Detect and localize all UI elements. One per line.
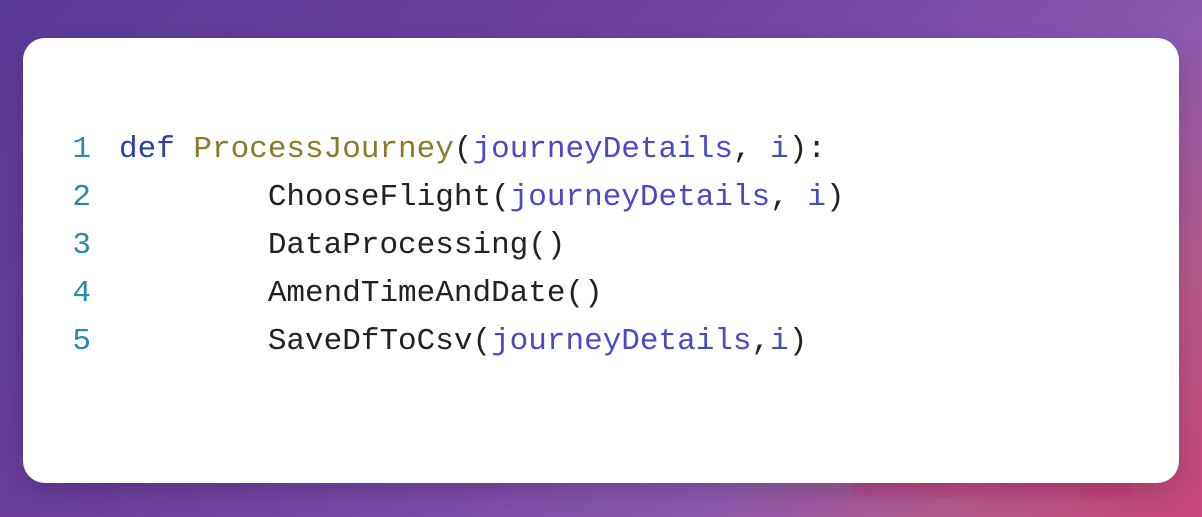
line-number: 1	[63, 126, 119, 174]
arg-i: i	[807, 180, 826, 215]
paren-close: )	[584, 276, 603, 311]
code-line-5: 5 SaveDfToCsv(journeyDetails,i)	[63, 318, 1139, 366]
comma: ,	[770, 180, 789, 215]
call-AmendTimeAndDate: AmendTimeAndDate	[268, 276, 566, 311]
param-i: i	[770, 132, 789, 167]
line-number: 5	[63, 318, 119, 366]
func-name: ProcessJourney	[193, 132, 453, 167]
paren-open: (	[491, 180, 510, 215]
arg-journeyDetails: journeyDetails	[510, 180, 770, 215]
code-line-1: 1 def ProcessJourney(journeyDetails, i):	[63, 126, 1139, 174]
code-card: 1 def ProcessJourney(journeyDetails, i):…	[23, 38, 1179, 483]
paren-open: (	[565, 276, 584, 311]
arg-journeyDetails: journeyDetails	[491, 324, 751, 359]
arg-i: i	[770, 324, 789, 359]
call-ChooseFlight: ChooseFlight	[268, 180, 491, 215]
paren-close: )	[789, 324, 808, 359]
line-content: SaveDfToCsv(journeyDetails,i)	[119, 318, 807, 366]
paren-open: (	[454, 132, 473, 167]
call-DataProcessing: DataProcessing	[268, 228, 528, 263]
code-block: 1 def ProcessJourney(journeyDetails, i):…	[63, 126, 1139, 366]
paren-close: )	[826, 180, 845, 215]
code-line-2: 2 ChooseFlight(journeyDetails, i)	[63, 174, 1139, 222]
line-number: 2	[63, 174, 119, 222]
line-content: AmendTimeAndDate()	[119, 270, 603, 318]
call-SaveDfToCsv: SaveDfToCsv	[268, 324, 473, 359]
line-number: 4	[63, 270, 119, 318]
code-line-3: 3 DataProcessing()	[63, 222, 1139, 270]
line-number: 3	[63, 222, 119, 270]
paren-close: )	[547, 228, 566, 263]
comma: ,	[752, 324, 771, 359]
paren-open: (	[472, 324, 491, 359]
keyword-def: def	[119, 132, 175, 167]
line-content: DataProcessing()	[119, 222, 566, 270]
colon: :	[807, 132, 826, 167]
line-content: ChooseFlight(journeyDetails, i)	[119, 174, 845, 222]
paren-open: (	[528, 228, 547, 263]
line-content: def ProcessJourney(journeyDetails, i):	[119, 126, 826, 174]
comma: ,	[733, 132, 752, 167]
code-line-4: 4 AmendTimeAndDate()	[63, 270, 1139, 318]
param-journeyDetails: journeyDetails	[472, 132, 732, 167]
paren-close: )	[789, 132, 808, 167]
